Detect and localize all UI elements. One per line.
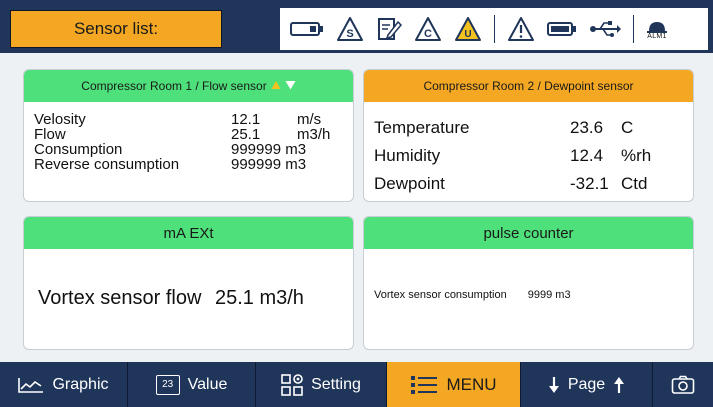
measurement-row: Consumption 999999 m3 — [34, 142, 343, 157]
measurement-label: Velosity — [34, 111, 86, 128]
dewpoint-sensor-card[interactable]: Compressor Room 2 / Dewpoint sensor Temp… — [363, 69, 694, 202]
status-icon-strip: S C U ALM1 — [280, 8, 708, 50]
measurement-value: 999999 m3 — [231, 156, 307, 173]
measurement-value: 23.6 — [570, 118, 604, 137]
setting-label: Setting — [311, 375, 361, 393]
battery-full-icon — [547, 13, 577, 45]
measurement-unit: m/s — [297, 111, 322, 128]
warning-icon — [271, 79, 281, 93]
calendar-icon: 23 — [155, 374, 180, 395]
flow-sensor-values: Velosity 12.1 m/s Flow 25.1 m3/h Consump… — [34, 112, 343, 172]
arrow-down-icon — [548, 376, 560, 394]
chevron-down-icon — [285, 79, 296, 93]
service-s-icon: S — [336, 13, 364, 45]
measurement-label: Reverse consumption — [34, 156, 180, 173]
measurement-label: Humidity — [374, 146, 441, 165]
divider — [494, 15, 495, 43]
measurement-value: 999999 m3 — [231, 141, 307, 158]
ma-ext-card-header: mA EXt — [24, 217, 353, 249]
value-label: Value — [187, 375, 228, 393]
measurement-row: Flow 25.1 m3/h — [34, 127, 343, 142]
warning-icon — [507, 13, 535, 45]
menu-list-icon — [410, 375, 438, 395]
measurement-row: Temperature 23.6 C — [374, 114, 683, 142]
pulse-counter-card[interactable]: pulse counter Vortex sensor consumption … — [363, 216, 694, 350]
measurement-unit: m3/h — [297, 126, 331, 143]
reading-label: Vortex sensor consumption — [374, 289, 507, 301]
measurement-value: -32.1 — [570, 174, 609, 193]
page-label: Page — [567, 375, 606, 393]
graphic-button[interactable]: Graphic — [0, 362, 128, 407]
warning-u-icon: U — [454, 13, 482, 45]
reading-label: Vortex sensor flow — [38, 287, 202, 309]
value-button[interactable]: 23 Value — [128, 362, 256, 407]
calibration-c-icon: C — [414, 13, 442, 45]
screenshot-button[interactable] — [653, 362, 713, 407]
measurement-label: Dewpoint — [374, 174, 445, 193]
measurement-row: Reverse consumption 999999 m3 — [34, 157, 343, 172]
pulse-counter-card-header: pulse counter — [364, 217, 693, 249]
top-bar: Sensor list: S C U ALM1 — [0, 0, 713, 53]
measurement-value: 25.1 — [231, 126, 261, 143]
alarm-icon: ALM1 — [646, 13, 668, 45]
graphic-label: Graphic — [52, 375, 109, 393]
setting-button[interactable]: Setting — [256, 362, 387, 407]
usb-icon — [589, 13, 621, 45]
page-title: Sensor list: — [10, 10, 222, 48]
camera-icon — [671, 375, 695, 395]
flow-sensor-card-header: Compressor Room 1 / Flow sensor — [24, 70, 353, 102]
menu-button[interactable]: MENU — [387, 362, 521, 407]
measurement-row: Dewpoint -32.1 Ctd — [374, 170, 683, 198]
measurement-label: Flow — [34, 126, 66, 143]
alarm-label: ALM1 — [647, 32, 667, 40]
arrow-up-icon — [613, 376, 625, 394]
dewpoint-sensor-card-header: Compressor Room 2 / Dewpoint sensor — [364, 70, 693, 102]
device-screen: Sensor list: S C U ALM1 Compressor Room … — [0, 0, 713, 407]
battery-icon — [290, 13, 324, 45]
page-button[interactable]: Page — [521, 362, 653, 407]
bottom-navigation-bar: Graphic 23 Value Setting MENU Page — [0, 362, 713, 407]
measurement-row: Velosity 12.1 m/s — [34, 112, 343, 127]
reading-value: 9999 m3 — [527, 289, 571, 301]
reading-value: 25.1 m3/h — [214, 287, 304, 309]
measurement-row: Humidity 12.4 %rh — [374, 142, 683, 170]
svg-text:C: C — [424, 28, 432, 40]
chart-line-icon — [18, 377, 44, 393]
card-title: Compressor Room 1 / Flow sensor — [81, 79, 267, 93]
divider — [633, 15, 634, 43]
measurement-unit: Ctd — [621, 174, 648, 193]
dewpoint-sensor-values: Temperature 23.6 C Humidity 12.4 %rh Dew… — [374, 114, 683, 198]
measurement-label: Consumption — [34, 141, 123, 158]
measurement-value: 12.1 — [231, 111, 261, 128]
measurement-unit: C — [621, 118, 634, 137]
edit-document-icon — [376, 13, 402, 45]
svg-text:S: S — [346, 28, 353, 40]
settings-grid-icon — [281, 373, 303, 396]
calendar-icon-number: 23 — [162, 379, 174, 390]
flow-sensor-card[interactable]: Compressor Room 1 / Flow sensor Velosity… — [23, 69, 354, 202]
measurement-label: Temperature — [374, 118, 470, 137]
ma-ext-reading: Vortex sensor flow 25.1 m3/h — [38, 287, 304, 310]
measurement-value: 12.4 — [570, 146, 604, 165]
measurement-unit: %rh — [621, 146, 652, 165]
menu-label: MENU — [446, 374, 497, 394]
ma-ext-card[interactable]: mA EXt Vortex sensor flow 25.1 m3/h — [23, 216, 354, 350]
pulse-counter-reading: Vortex sensor consumption 9999 m3 — [374, 289, 571, 301]
svg-text:U: U — [464, 29, 471, 40]
